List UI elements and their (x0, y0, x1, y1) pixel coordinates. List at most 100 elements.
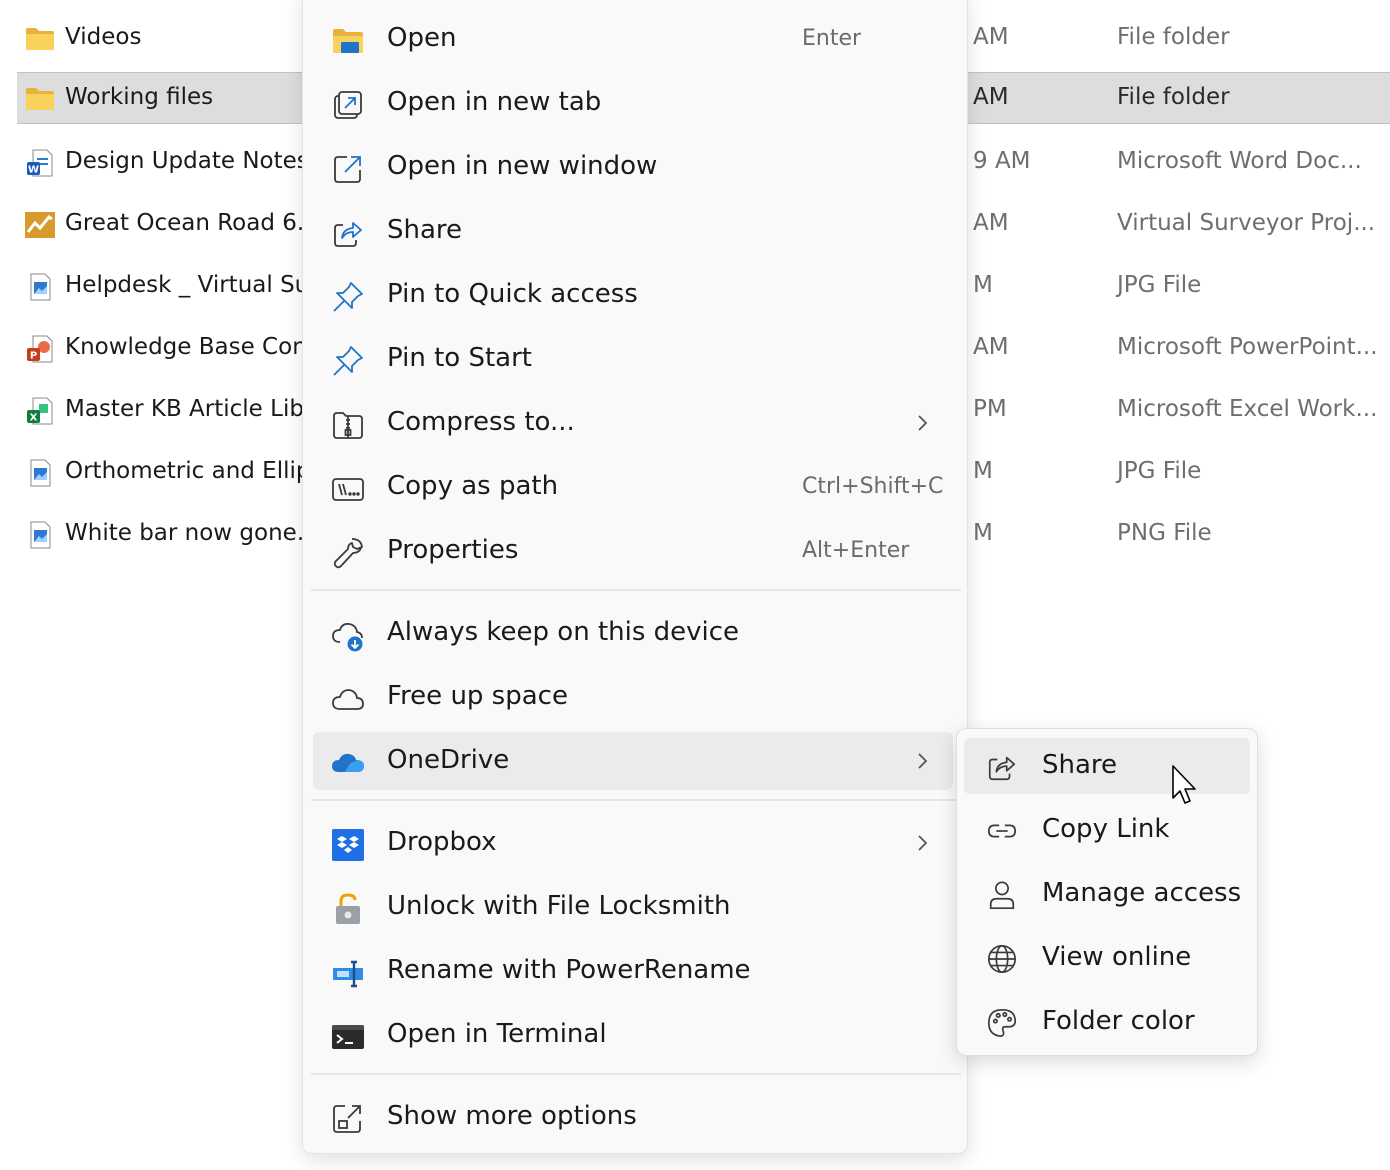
powerrename-icon (333, 960, 363, 988)
submenu-item-label: Copy Link (1042, 814, 1170, 844)
menu-item-open[interactable]: Open Enter (313, 10, 953, 68)
folder-icon (26, 88, 54, 110)
file-type: Virtual Surveyor Proj... (1117, 210, 1376, 236)
menu-item-always-keep[interactable]: Always keep on this device (313, 604, 953, 662)
svg-text:W: W (28, 165, 39, 176)
pin-icon (333, 282, 363, 312)
file-date: AM (973, 24, 1009, 50)
file-date: M (973, 272, 993, 298)
menu-item-label: Unlock with File Locksmith (387, 891, 731, 921)
file-name: Orthometric and Ellips (65, 458, 323, 484)
folder-icon (26, 28, 54, 50)
word-doc-icon: W (27, 149, 53, 177)
wrench-icon (333, 538, 363, 569)
menu-item-open-new-tab[interactable]: Open in new tab (313, 74, 953, 132)
submenu-item-view-online[interactable]: View online (964, 930, 1250, 986)
file-date: AM (973, 210, 1009, 236)
file-date: PM (973, 396, 1007, 422)
excel-icon: X (27, 397, 53, 425)
file-name: White bar now gone.p (65, 520, 319, 546)
menu-item-label: Properties (387, 535, 519, 565)
open-new-window-icon (334, 156, 361, 183)
terminal-icon (332, 1025, 364, 1049)
shortcut-text: Alt+Enter (802, 538, 910, 563)
file-date: M (973, 458, 993, 484)
menu-item-copy-as-path[interactable]: Copy as path Ctrl+Shift+C (313, 458, 953, 516)
file-type: Microsoft PowerPoint... (1117, 334, 1378, 360)
file-name: Helpdesk _ Virtual Sur (65, 272, 319, 298)
context-menu: Open Enter Open in new tab Open in new w… (302, 0, 968, 1154)
palette-icon (987, 1008, 1017, 1038)
menu-item-open-terminal[interactable]: Open in Terminal (313, 1006, 953, 1064)
menu-item-pin-start[interactable]: Pin to Start (313, 330, 953, 388)
padlock-icon (336, 893, 360, 924)
image-file-icon (30, 459, 51, 487)
powerpoint-icon: P (27, 335, 53, 363)
cloud-icon (332, 689, 364, 710)
submenu-item-folder-color[interactable]: Folder color (964, 994, 1250, 1050)
shortcut-text: Ctrl+Shift+C (802, 474, 944, 499)
submenu-item-label: View online (1042, 942, 1192, 972)
menu-item-label: OneDrive (387, 745, 510, 775)
pin-icon (333, 346, 363, 376)
submenu-item-copy-link[interactable]: Copy Link (964, 802, 1250, 858)
menu-item-label: Free up space (387, 681, 568, 711)
chevron-right-icon (918, 835, 928, 851)
menu-item-onedrive[interactable]: OneDrive (313, 732, 953, 790)
menu-item-dropbox[interactable]: Dropbox (313, 814, 953, 872)
menu-item-label: Pin to Quick access (387, 279, 638, 309)
submenu-item-label: Share (1042, 750, 1118, 780)
menu-item-powerrename[interactable]: Rename with PowerRename (313, 942, 953, 1000)
svg-text:P: P (30, 351, 37, 362)
menu-item-label: Show more options (387, 1101, 637, 1131)
menu-separator (311, 799, 961, 801)
menu-item-share[interactable]: Share (313, 202, 953, 260)
chevron-right-icon (918, 415, 928, 431)
menu-item-file-locksmith[interactable]: Unlock with File Locksmith (313, 878, 953, 936)
menu-item-label: Pin to Start (387, 343, 532, 373)
menu-item-show-more-options[interactable]: Show more options (313, 1088, 953, 1146)
menu-separator (311, 1073, 961, 1075)
menu-item-open-new-window[interactable]: Open in new window (313, 138, 953, 196)
share-icon (988, 756, 1016, 781)
link-icon (987, 824, 1017, 838)
menu-item-label: Open (387, 23, 457, 53)
file-date: 9 AM (973, 148, 1031, 174)
menu-item-label: Share (387, 215, 463, 245)
file-type: JPG File (1117, 458, 1202, 484)
file-type: File folder (1117, 24, 1230, 50)
mouse-cursor-icon (1172, 765, 1196, 804)
file-name: Great Ocean Road 6.vs (65, 210, 330, 236)
file-date: M (973, 520, 993, 546)
show-more-icon (333, 1105, 361, 1133)
menu-item-properties[interactable]: Properties Alt+Enter (313, 522, 953, 580)
file-name: Videos (65, 24, 142, 50)
menu-item-label: Open in Terminal (387, 1019, 607, 1049)
folder-open-icon (333, 29, 363, 53)
menu-item-label: Open in new tab (387, 87, 602, 117)
svg-text:X: X (30, 413, 38, 424)
menu-item-label: Copy as path (387, 471, 559, 501)
globe-icon (987, 944, 1017, 974)
submenu-item-label: Folder color (1042, 1006, 1195, 1036)
menu-item-compress[interactable]: Compress to... (313, 394, 953, 452)
virtual-surveyor-icon (25, 212, 55, 238)
dropbox-icon (332, 829, 364, 861)
file-type: PNG File (1117, 520, 1212, 546)
menu-separator (311, 589, 961, 591)
menu-item-label: Open in new window (387, 151, 658, 181)
file-type: Microsoft Word Doc... (1117, 148, 1362, 174)
file-date: AM (973, 84, 1009, 110)
chevron-right-icon (918, 753, 928, 769)
menu-item-pin-quick-access[interactable]: Pin to Quick access (313, 266, 953, 324)
file-name: Working files (65, 84, 214, 110)
submenu-item-manage-access[interactable]: Manage access (964, 866, 1250, 922)
file-name: Master KB Article Libra (65, 396, 328, 422)
submenu-item-share[interactable]: Share (964, 738, 1250, 794)
submenu-item-label: Manage access (1042, 878, 1242, 908)
file-type: File folder (1117, 84, 1230, 110)
image-file-icon (30, 521, 51, 549)
person-icon (989, 881, 1015, 910)
menu-item-free-up-space[interactable]: Free up space (313, 668, 953, 726)
file-type: JPG File (1117, 272, 1202, 298)
